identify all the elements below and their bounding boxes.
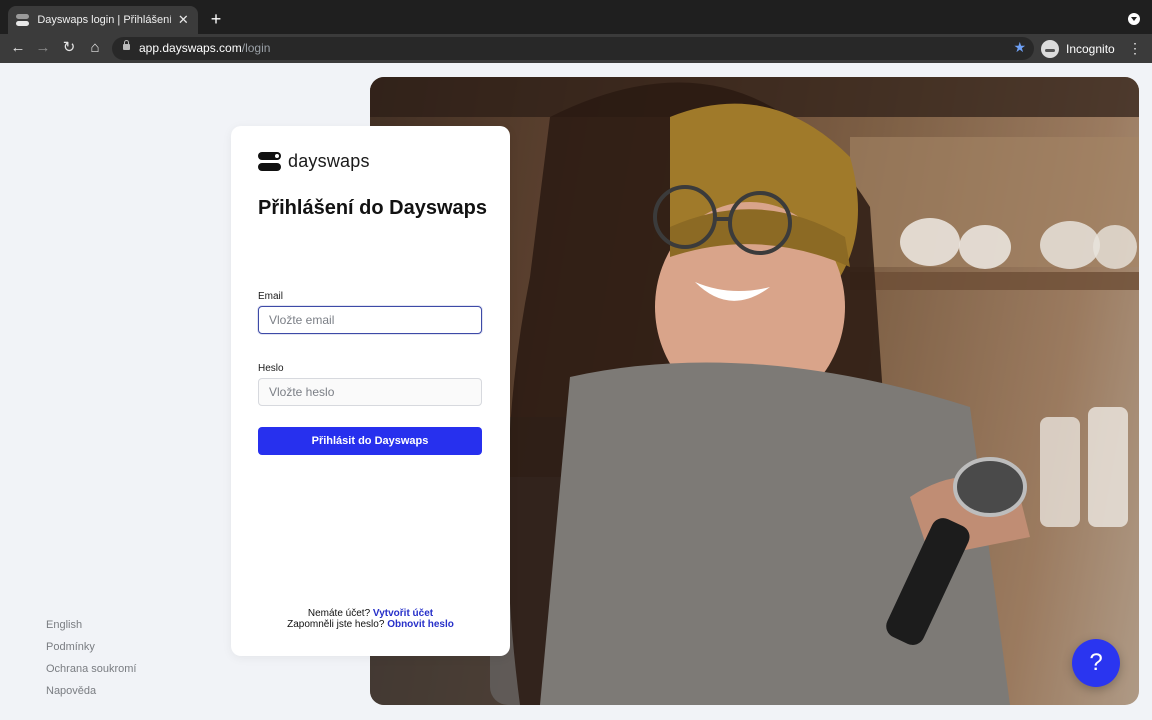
new-tab-button[interactable]: + [208, 9, 224, 29]
browser-toolbar: ← → ↻ ⌂ app.dayswaps.com/login ★ Incogni… [0, 34, 1152, 63]
lock-icon [123, 40, 130, 50]
close-tab-icon[interactable]: ✕ [177, 12, 190, 28]
url-text: app.dayswaps.com/login [139, 41, 271, 55]
signup-prompt: Nemáte účet? Vytvořit účet [231, 608, 510, 619]
home-icon[interactable]: ⌂ [85, 38, 105, 58]
browser-tab[interactable]: Dayswaps login | Přihlášení do Dayswaps … [8, 6, 198, 34]
address-bar[interactable]: app.dayswaps.com/login ★ [112, 37, 1034, 60]
page-title: Přihlášení do Dayswaps [258, 197, 487, 219]
forward-arrow-icon[interactable]: → [33, 38, 53, 58]
email-label: Email [258, 291, 284, 302]
email-field[interactable] [258, 306, 482, 334]
incognito-icon [1041, 39, 1059, 58]
login-card: dayswaps Přihlášení do Dayswaps Email He… [231, 126, 510, 656]
tab-title: Dayswaps login | Přihlášení do Dayswaps [37, 14, 171, 26]
login-page: dayswaps Přihlášení do Dayswaps Email He… [0, 63, 1152, 720]
back-arrow-icon[interactable]: ← [8, 38, 28, 58]
dayswaps-logo: dayswaps [258, 151, 370, 172]
terms-link[interactable]: Podmínky [46, 636, 136, 658]
logo-text: dayswaps [288, 151, 370, 171]
tab-search-icon[interactable] [1128, 13, 1140, 25]
password-label: Heslo [258, 363, 284, 374]
reload-icon[interactable]: ↻ [59, 38, 79, 58]
incognito-label: Incognito [1066, 41, 1115, 56]
footer-links: English Podmínky Ochrana soukromí Napově… [46, 614, 136, 702]
bookmark-star-icon[interactable]: ★ [1013, 39, 1026, 56]
login-submit-button[interactable]: Přihlásit do Dayswaps [258, 427, 482, 455]
reset-password-link[interactable]: Obnovit heslo [387, 619, 454, 630]
browser-tab-bar: Dayswaps login | Přihlášení do Dayswaps … [0, 0, 1152, 34]
privacy-link[interactable]: Ochrana soukromí [46, 658, 136, 680]
help-link[interactable]: Napověda [46, 680, 136, 702]
language-link-english[interactable]: English [46, 614, 136, 636]
forgot-password-prompt: Zapomněli jste heslo? Obnovit heslo [231, 619, 510, 630]
no-account-text: Nemáte účet? [307, 608, 371, 619]
password-field[interactable] [258, 378, 482, 406]
dayswaps-logo-icon [258, 152, 281, 171]
forgot-password-text: Zapomněli jste heslo? [287, 619, 385, 630]
browser-menu-icon[interactable]: ⋮ [1128, 39, 1142, 57]
create-account-link[interactable]: Vytvořit účet [373, 608, 433, 619]
dayswaps-favicon-icon [16, 14, 30, 26]
help-chat-button[interactable]: ? [1072, 639, 1120, 687]
incognito-badge[interactable]: Incognito [1041, 37, 1115, 60]
